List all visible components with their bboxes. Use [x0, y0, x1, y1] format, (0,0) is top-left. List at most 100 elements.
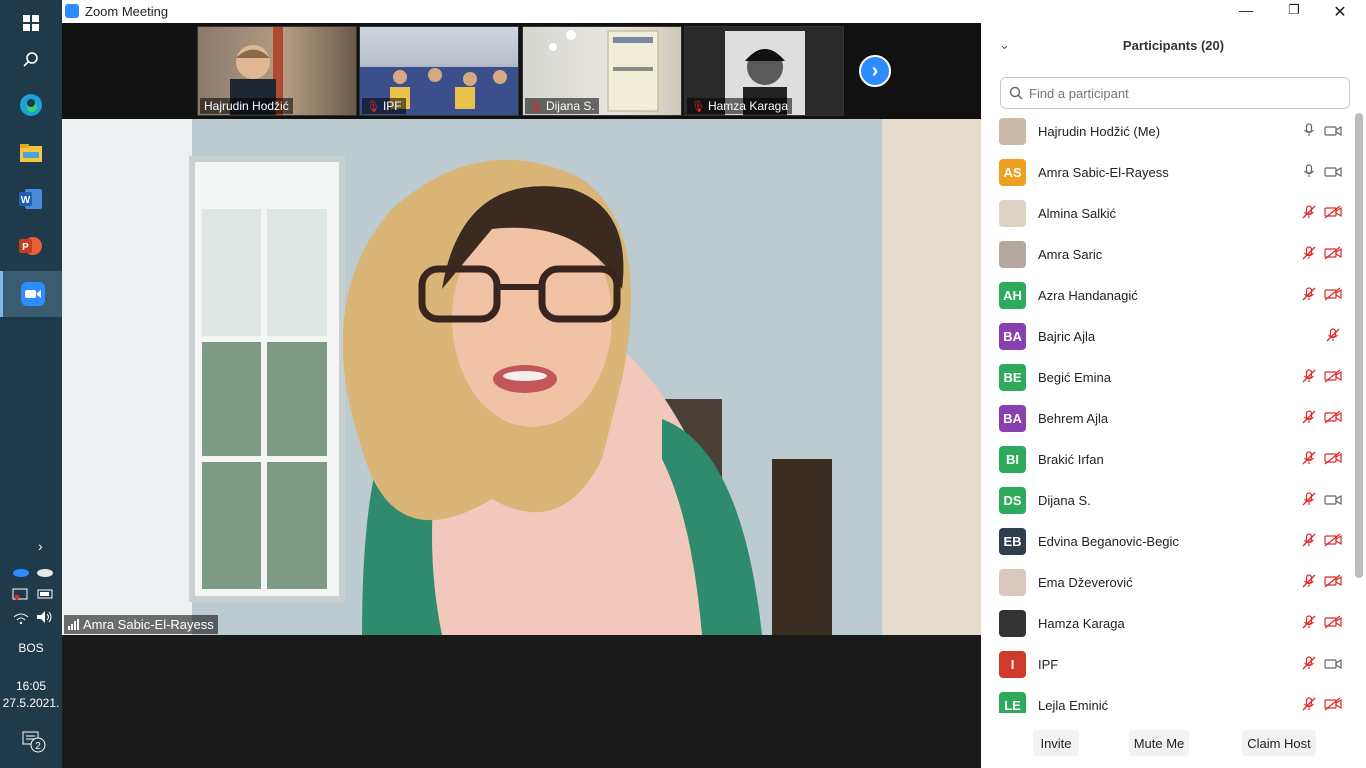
participants-list[interactable]: Hajrudin Hodžić (Me) AS Amra Sabic-El-Raye…: [981, 111, 1353, 713]
participant-row[interactable]: BA Behrem Ajla: [981, 398, 1353, 439]
participant-name: Bajric Ajla: [1038, 329, 1096, 344]
claim-host-button[interactable]: Claim Host: [1242, 730, 1316, 756]
video-off-icon[interactable]: [1324, 246, 1342, 263]
action-center-icon[interactable]: 2: [22, 729, 46, 756]
battery-icon[interactable]: [36, 588, 54, 603]
zoom-app-icon[interactable]: [0, 271, 62, 317]
muted-microphone-icon[interactable]: [1300, 697, 1318, 713]
participant-row[interactable]: Almina Salkić: [981, 193, 1353, 234]
muted-microphone-icon[interactable]: [1300, 656, 1318, 673]
video-camera-icon[interactable]: [1324, 165, 1342, 181]
avatar: LE: [999, 692, 1026, 713]
avatar: BI: [999, 446, 1026, 473]
participant-row[interactable]: EB Edvina Beganovic-Begic: [981, 521, 1353, 562]
participant-row[interactable]: AS Amra Sabic-El-Rayess: [981, 152, 1353, 193]
muted-mic-icon: 🎙: [529, 100, 543, 113]
search-icon[interactable]: [0, 37, 62, 83]
muted-microphone-icon[interactable]: [1300, 574, 1318, 591]
participant-row[interactable]: Amra Saric: [981, 234, 1353, 275]
powerpoint-icon[interactable]: P: [0, 223, 62, 269]
participant-row[interactable]: LE Lejla Eminić: [981, 685, 1353, 713]
invite-button[interactable]: Invite: [1033, 730, 1079, 756]
avatar: BA: [999, 405, 1026, 432]
participant-row[interactable]: BI Brakić Irfan: [981, 439, 1353, 480]
video-camera-icon[interactable]: [1324, 657, 1342, 673]
mute-me-button[interactable]: Mute Me: [1129, 730, 1189, 756]
search-input[interactable]: [1029, 85, 1329, 101]
video-thumbnail[interactable]: 🎙 IPF: [359, 26, 519, 116]
window-title: Zoom Meeting: [85, 4, 169, 19]
muted-microphone-icon[interactable]: [1300, 410, 1318, 427]
video-off-icon[interactable]: [1324, 615, 1342, 632]
clock-time[interactable]: 16:05: [0, 679, 62, 693]
video-off-icon[interactable]: [1324, 287, 1342, 304]
participant-row[interactable]: Hajrudin Hodžić (Me): [981, 111, 1353, 152]
show-hidden-icons-chevron-icon[interactable]: ›: [38, 538, 43, 554]
participant-name: Amra Saric: [1038, 247, 1103, 262]
muted-microphone-icon[interactable]: [1300, 451, 1318, 468]
participant-name: Hamza Karaga: [1038, 616, 1125, 631]
video-off-icon[interactable]: [1324, 369, 1342, 386]
clock-date[interactable]: 27.5.2021.: [0, 696, 62, 710]
muted-microphone-icon[interactable]: [1300, 287, 1318, 304]
muted-microphone-icon[interactable]: [1300, 533, 1318, 550]
thumbnail-name-label: 🎙 Dijana S.: [525, 98, 599, 114]
avatar: AH: [999, 282, 1026, 309]
participant-row[interactable]: Hamza Karaga: [981, 603, 1353, 644]
onedrive-icon[interactable]: [12, 565, 30, 580]
microphone-icon[interactable]: [1300, 164, 1318, 181]
muted-microphone-icon[interactable]: [1300, 246, 1318, 263]
participant-search-box[interactable]: [1000, 77, 1350, 109]
edge-browser-icon[interactable]: [0, 82, 62, 128]
windows-taskbar: W P › BOS 16:05 27.5.2021. 2: [0, 0, 62, 768]
display-icon[interactable]: [12, 588, 28, 605]
close-icon[interactable]: ✕: [1330, 2, 1350, 22]
file-explorer-icon[interactable]: [0, 130, 62, 176]
participant-name: Brakić Irfan: [1038, 452, 1104, 467]
avatar: [999, 569, 1026, 596]
participant-row[interactable]: BE Begić Emina: [981, 357, 1353, 398]
participant-name: Almina Salkić: [1038, 206, 1117, 221]
video-off-icon[interactable]: [1324, 697, 1342, 713]
speaker-name-label: Amra Sabic-El-Rayess: [64, 615, 218, 634]
scrollbar[interactable]: [1355, 113, 1363, 578]
participant-row[interactable]: AH Azra Handanagić: [981, 275, 1353, 316]
restore-icon[interactable]: ❐: [1284, 2, 1304, 18]
wifi-icon[interactable]: [13, 612, 29, 627]
video-thumbnail[interactable]: 🎙 Dijana S.: [522, 26, 682, 116]
avatar: EB: [999, 528, 1026, 555]
muted-microphone-icon[interactable]: [1300, 205, 1318, 222]
muted-microphone-icon[interactable]: [1300, 369, 1318, 386]
word-icon[interactable]: W: [0, 176, 62, 222]
video-thumbnail[interactable]: 🎙 Hamza Karaga: [684, 26, 844, 116]
participant-row[interactable]: I IPF: [981, 644, 1353, 685]
cloud-icon[interactable]: [36, 565, 54, 580]
video-off-icon[interactable]: [1324, 410, 1342, 427]
video-off-icon[interactable]: [1324, 533, 1342, 550]
video-camera-icon[interactable]: [1324, 124, 1342, 140]
muted-mic-icon: 🎙: [691, 100, 705, 113]
video-off-icon[interactable]: [1324, 574, 1342, 591]
video-off-icon[interactable]: [1324, 451, 1342, 468]
thumbnail-name-label: 🎙 IPF: [362, 98, 406, 114]
svg-text:W: W: [21, 195, 31, 206]
participant-row[interactable]: BA Bajric Ajla: [981, 316, 1353, 357]
next-page-arrow-icon[interactable]: ›: [859, 55, 891, 87]
participant-name: Hajrudin Hodžić (Me): [1038, 124, 1161, 139]
avatar: [999, 241, 1026, 268]
avatar: DS: [999, 487, 1026, 514]
participant-name: Azra Handanagić: [1038, 288, 1138, 303]
participant-name: Begić Emina: [1038, 370, 1111, 385]
muted-microphone-icon[interactable]: [1300, 492, 1318, 509]
minimize-icon[interactable]: —: [1236, 2, 1256, 18]
volume-icon[interactable]: [36, 610, 54, 627]
participant-row[interactable]: Ema Dževerović: [981, 562, 1353, 603]
microphone-icon[interactable]: [1300, 123, 1318, 140]
participant-row[interactable]: DS Dijana S.: [981, 480, 1353, 521]
muted-microphone-icon[interactable]: [1324, 328, 1342, 345]
input-language[interactable]: BOS: [0, 641, 62, 655]
video-off-icon[interactable]: [1324, 205, 1342, 222]
muted-microphone-icon[interactable]: [1300, 615, 1318, 632]
video-camera-icon[interactable]: [1324, 493, 1342, 509]
video-thumbnail[interactable]: Hajrudin Hodžić: [197, 26, 357, 116]
